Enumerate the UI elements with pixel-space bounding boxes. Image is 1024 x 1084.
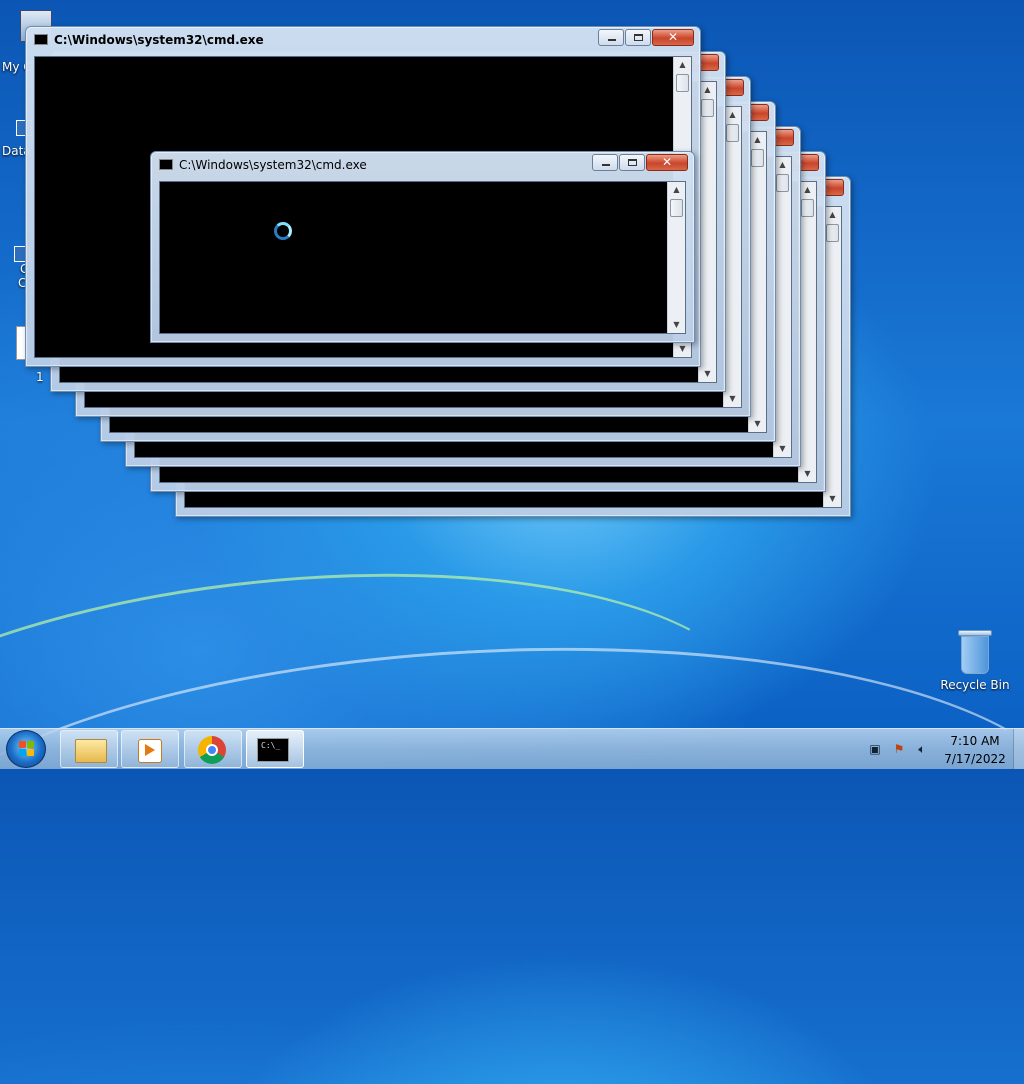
- scroll-down-icon[interactable]: ▼: [749, 416, 766, 432]
- scroll-thumb[interactable]: [826, 224, 839, 242]
- cmd-icon: [159, 159, 173, 170]
- window-title: C:\Windows\system32\cmd.exe: [179, 158, 367, 172]
- show-desktop-button[interactable]: [1013, 729, 1024, 769]
- scroll-up-icon[interactable]: ▲: [674, 57, 691, 73]
- folder-icon: [75, 739, 107, 763]
- vertical-scrollbar[interactable]: ▲ ▼: [667, 182, 685, 333]
- scroll-thumb[interactable]: [670, 199, 683, 217]
- close-button[interactable]: ✕: [652, 29, 694, 46]
- maximize-icon: [628, 159, 637, 166]
- scroll-thumb[interactable]: [701, 99, 714, 117]
- scroll-up-icon[interactable]: ▲: [824, 207, 841, 223]
- maximize-button[interactable]: [625, 29, 651, 46]
- scroll-thumb[interactable]: [726, 124, 739, 142]
- taskbar-cmd-button[interactable]: C:\_: [246, 730, 304, 768]
- scroll-down-icon[interactable]: ▼: [799, 466, 816, 482]
- scroll-down-icon[interactable]: ▼: [724, 391, 741, 407]
- taskbar-explorer-button[interactable]: [60, 730, 118, 768]
- minimize-button[interactable]: [592, 154, 618, 171]
- minimize-button[interactable]: [598, 29, 624, 46]
- taskbar-media-player-button[interactable]: [121, 730, 179, 768]
- volume-icon[interactable]: 🔈︎: [915, 742, 929, 756]
- scroll-thumb[interactable]: [676, 74, 689, 92]
- cmd-icon: [34, 34, 48, 45]
- minimize-icon: [608, 39, 616, 41]
- recycle-bin[interactable]: Recycle Bin: [940, 630, 1010, 692]
- caption-buttons: ✕: [591, 154, 688, 171]
- start-button[interactable]: [6, 730, 46, 768]
- caption-buttons: ✕: [597, 29, 694, 46]
- taskbar: C:\_ ▣ ⚑ 🔈︎ 7:10 AM 7/17/2022: [0, 728, 1024, 769]
- close-button[interactable]: ✕: [646, 154, 688, 171]
- maximize-button[interactable]: [619, 154, 645, 171]
- minimize-icon: [602, 164, 610, 166]
- close-icon: ✕: [661, 155, 673, 169]
- scroll-thumb[interactable]: [751, 149, 764, 167]
- window-titlebar[interactable]: C:\Windows\system32\cmd.exe ✕: [151, 152, 694, 180]
- scroll-up-icon[interactable]: ▲: [749, 132, 766, 148]
- scroll-up-icon[interactable]: ▲: [774, 157, 791, 173]
- scroll-down-icon[interactable]: ▼: [824, 491, 841, 507]
- cmd-icon: C:\_: [257, 738, 289, 762]
- scroll-up-icon[interactable]: ▲: [668, 182, 685, 198]
- scroll-down-icon[interactable]: ▼: [674, 341, 691, 357]
- clock-time: 7:10 AM: [950, 734, 1000, 748]
- scroll-down-icon[interactable]: ▼: [774, 441, 791, 457]
- clock-date: 7/17/2022: [944, 752, 1006, 766]
- taskbar-clock[interactable]: 7:10 AM 7/17/2022: [940, 733, 1010, 767]
- scroll-down-icon[interactable]: ▼: [668, 317, 685, 333]
- taskbar-chrome-button[interactable]: [184, 730, 242, 768]
- window-title: C:\Windows\system32\cmd.exe: [54, 33, 264, 47]
- cmd-window[interactable]: C:\Windows\system32\cmd.exe✕▲▼: [150, 151, 695, 343]
- play-icon: [145, 744, 155, 756]
- action-center-flag-icon[interactable]: ⚑: [892, 742, 906, 756]
- scroll-thumb[interactable]: [776, 174, 789, 192]
- recycle-bin-label: Recycle Bin: [940, 678, 1010, 692]
- scroll-thumb[interactable]: [801, 199, 814, 217]
- network-icon[interactable]: ▣: [868, 742, 882, 756]
- busy-cursor-icon: [274, 222, 292, 240]
- desktop-icon-label: 1: [36, 370, 44, 384]
- scroll-up-icon[interactable]: ▲: [799, 182, 816, 198]
- windows-logo-icon: [19, 741, 35, 757]
- maximize-icon: [634, 34, 643, 41]
- scroll-up-icon[interactable]: ▲: [724, 107, 741, 123]
- console-area[interactable]: ▲ ▼: [159, 181, 686, 334]
- cmd-icon-text: C:\_: [261, 741, 281, 750]
- scroll-up-icon[interactable]: ▲: [699, 82, 716, 98]
- close-icon: ✕: [667, 30, 679, 44]
- recycle-bin-icon: [958, 630, 992, 674]
- window-titlebar[interactable]: C:\Windows\system32\cmd.exe ✕: [26, 27, 700, 55]
- scroll-down-icon[interactable]: ▼: [699, 366, 716, 382]
